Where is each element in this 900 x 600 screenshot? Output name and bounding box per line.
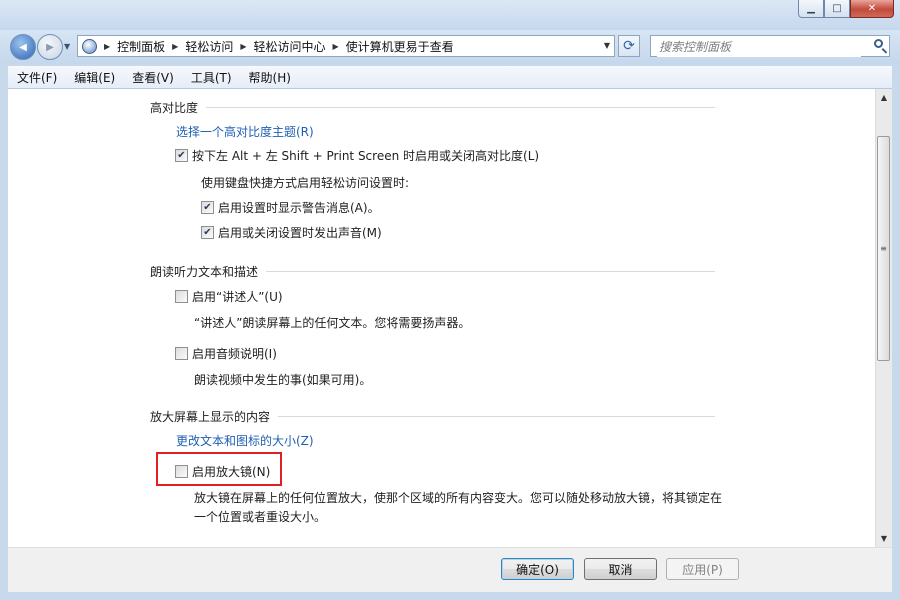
sound-option[interactable]: ✔ 启用或关闭设置时发出声音(M) <box>201 224 382 241</box>
navigation-bar: ◀ ▶ ▼ ▶ 控制面板 ▶ 轻松访问 ▶ 轻松访问中心 ▶ 使计算机更易于查看… <box>0 30 900 64</box>
search-icon[interactable] <box>874 39 883 48</box>
forward-button[interactable]: ▶ <box>37 34 63 60</box>
menu-edit[interactable]: 编辑(E) <box>65 69 123 86</box>
control-panel-icon <box>82 38 97 54</box>
apply-button[interactable]: 应用(P) <box>666 558 739 580</box>
refresh-button[interactable]: ⟳ <box>618 35 640 57</box>
breadcrumb-ease-of-access[interactable]: 轻松访问 <box>185 38 233 55</box>
section-header-narration: 朗读听力文本和描述 <box>150 263 715 279</box>
checkbox-label: 启用音频说明(I) <box>192 347 277 361</box>
narrator-description: “讲述人”朗读屏幕上的任何文本。您将需要扬声器。 <box>194 316 471 330</box>
checkbox-label: 启用“讲述人”(U) <box>192 290 283 304</box>
breadcrumb-make-computer-easier-to-see[interactable]: 使计算机更易于查看 <box>346 38 454 55</box>
window-controls: ▁ □ ✕ <box>798 0 894 18</box>
audio-description-text: 朗读视频中发生的事(如果可用)。 <box>194 373 372 387</box>
minimize-button[interactable]: ▁ <box>798 0 824 18</box>
chevron-right-icon[interactable]: ▶ <box>104 42 110 51</box>
grip-icon: ≡ <box>880 244 887 253</box>
ok-button[interactable]: 确定(O) <box>501 558 574 580</box>
section-title: 高对比度 <box>150 100 199 115</box>
address-bar[interactable]: ▶ 控制面板 ▶ 轻松访问 ▶ 轻松访问中心 ▶ 使计算机更易于查看 ▼ <box>77 35 615 57</box>
vertical-scrollbar[interactable]: ▲ ≡ ▼ <box>875 89 892 547</box>
magnifier-description-line-1: 放大镜在屏幕上的任何位置放大，使那个区域的所有内容变大。您可以随处移动放大镜，将… <box>194 491 723 505</box>
menu-view[interactable]: 查看(V) <box>123 69 182 86</box>
magnifier-description-line-2: 一个位置或者重设大小。 <box>194 510 327 524</box>
divider <box>278 415 715 417</box>
maximize-button[interactable]: □ <box>824 0 850 18</box>
checkbox-label: 按下左 Alt + 左 Shift + Print Screen 时启用或关闭高… <box>192 149 540 163</box>
recent-pages-dropdown-icon[interactable]: ▼ <box>64 42 70 51</box>
warning-message-option[interactable]: ✔ 启用设置时显示警告消息(A)。 <box>201 199 380 216</box>
audio-description-option[interactable]: 启用音频说明(I) <box>175 345 277 362</box>
content-pane: 高对比度 选择一个高对比度主题(R) ✔ 按下左 Alt + 左 Shift +… <box>8 89 875 547</box>
sound-checkbox[interactable]: ✔ <box>201 226 214 239</box>
menu-help[interactable]: 帮助(H) <box>240 69 299 86</box>
scrollbar-thumb[interactable]: ≡ <box>877 136 890 361</box>
high-contrast-theme-link[interactable]: 选择一个高对比度主题(R) <box>176 123 314 140</box>
section-title: 放大屏幕上显示的内容 <box>150 409 271 424</box>
forward-arrow-icon: ▶ <box>46 41 54 53</box>
checkbox-label: 启用设置时显示警告消息(A)。 <box>218 201 380 215</box>
section-header-magnify: 放大屏幕上显示的内容 <box>150 408 715 424</box>
chevron-right-icon[interactable]: ▶ <box>333 42 339 51</box>
breadcrumb-ease-of-access-center[interactable]: 轻松访问中心 <box>254 38 326 55</box>
address-dropdown-icon[interactable]: ▼ <box>604 41 610 50</box>
change-text-size-link[interactable]: 更改文本和图标的大小(Z) <box>176 432 314 449</box>
section-title: 朗读听力文本和描述 <box>150 264 259 279</box>
highlight-box <box>156 452 282 486</box>
title-bar: ▁ □ ✕ <box>0 0 900 30</box>
scroll-down-icon[interactable]: ▼ <box>876 530 892 546</box>
menu-file[interactable]: 文件(F) <box>8 69 65 86</box>
scroll-up-icon[interactable]: ▲ <box>876 89 892 105</box>
narrator-checkbox[interactable] <box>175 290 188 303</box>
back-arrow-icon: ◀ <box>19 41 27 53</box>
checkbox-label: 启用或关闭设置时发出声音(M) <box>218 226 382 240</box>
audio-description-checkbox[interactable] <box>175 347 188 360</box>
chevron-right-icon[interactable]: ▶ <box>240 42 246 51</box>
section-header-high-contrast: 高对比度 <box>150 99 715 115</box>
shortcut-settings-heading: 使用键盘快捷方式启用轻松访问设置时: <box>201 176 410 190</box>
dialog-footer: 确定(O) 取消 应用(P) <box>8 547 892 592</box>
close-button[interactable]: ✕ <box>850 0 894 18</box>
cancel-button[interactable]: 取消 <box>584 558 657 580</box>
search-input[interactable] <box>657 37 861 57</box>
chevron-right-icon[interactable]: ▶ <box>172 42 178 51</box>
divider <box>266 270 715 272</box>
search-box[interactable] <box>650 35 890 57</box>
refresh-icon: ⟳ <box>623 38 635 54</box>
high-contrast-shortcut-option[interactable]: ✔ 按下左 Alt + 左 Shift + Print Screen 时启用或关… <box>175 147 539 164</box>
divider <box>206 106 715 108</box>
narrator-option[interactable]: 启用“讲述人”(U) <box>175 288 283 305</box>
warning-message-checkbox[interactable]: ✔ <box>201 201 214 214</box>
menu-bar: 文件(F) 编辑(E) 查看(V) 工具(T) 帮助(H) <box>8 66 892 89</box>
back-button[interactable]: ◀ <box>10 34 36 60</box>
menu-tools[interactable]: 工具(T) <box>182 69 240 86</box>
high-contrast-shortcut-checkbox[interactable]: ✔ <box>175 149 188 162</box>
breadcrumb-control-panel[interactable]: 控制面板 <box>117 38 165 55</box>
